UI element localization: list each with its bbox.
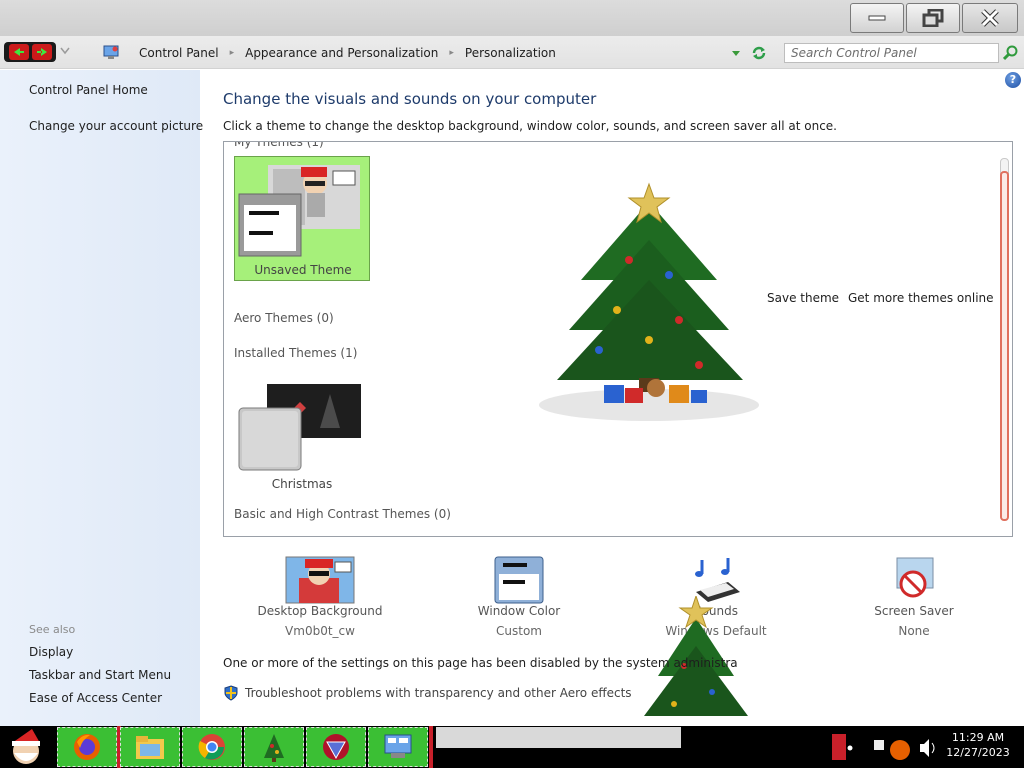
diamond-app-icon — [323, 734, 349, 760]
aero-themes-group-title: Aero Themes (0) — [234, 311, 334, 325]
page-subtitle: Click a theme to change the desktop back… — [223, 119, 837, 133]
unsaved-theme-preview — [238, 165, 360, 257]
taskbar-app-diamond[interactable] — [306, 727, 366, 767]
installed-themes-group-title: Installed Themes (1) — [234, 346, 358, 360]
back-button[interactable] — [8, 44, 29, 60]
theme-list: My Themes (1) Unsaved Theme Save theme G… — [223, 141, 1013, 537]
taskbar-separator — [429, 726, 433, 768]
search-icon[interactable] — [1003, 45, 1019, 61]
screen-saver-setting[interactable]: Screen Saver None — [844, 556, 984, 638]
recent-pages-dropdown-icon[interactable] — [60, 47, 70, 55]
window-color-title: Window Color — [477, 604, 561, 618]
firefox-tray-icon[interactable] — [890, 740, 910, 760]
santa-start-icon — [12, 729, 40, 764]
page-title: Change the visuals and sounds on your co… — [223, 90, 597, 108]
see-also-label: See also — [29, 623, 76, 636]
restore-button[interactable] — [906, 3, 960, 33]
volume-wave — [931, 742, 935, 754]
desktop-background-icon — [285, 556, 355, 604]
disabled-settings-message: One or more of the settings on this page… — [223, 656, 738, 670]
scrollbar-thumb[interactable] — [1000, 171, 1009, 521]
window-color-value: Custom — [496, 624, 542, 638]
taskbar-empty-slot[interactable] — [436, 727, 681, 748]
volume-icon[interactable] — [920, 739, 929, 757]
control-panel-home-link[interactable]: Control Panel Home — [29, 83, 148, 97]
close-button[interactable] — [962, 3, 1018, 33]
troubleshoot-label: Troubleshoot problems with transparency … — [245, 686, 632, 700]
tray-dot-icon[interactable] — [847, 745, 853, 751]
taskbar-chrome[interactable] — [182, 727, 242, 767]
nav-buttons — [4, 42, 56, 62]
tray-red-block[interactable] — [832, 734, 846, 760]
save-theme-link[interactable]: Save theme — [767, 291, 839, 305]
folder-icon — [136, 736, 164, 759]
screen-saver-value: None — [898, 624, 930, 638]
clock-time: 11:29 AM — [951, 731, 1005, 744]
breadcrumb-control-panel[interactable]: Control Panel — [130, 46, 228, 60]
taskbar: 11:29 AM 12/27/2023 — [0, 726, 1024, 768]
troubleshoot-link[interactable]: Troubleshoot problems with transparency … — [223, 685, 632, 701]
christmas-theme-preview — [238, 384, 361, 471]
window-controls — [850, 3, 1018, 33]
taskbar-explorer[interactable] — [120, 727, 180, 767]
desktop-background-setting[interactable]: Desktop Background Vm0b0t_cw — [250, 556, 390, 638]
breadcrumb-appearance[interactable]: Appearance and Personalization — [236, 46, 447, 60]
control-panel-icon — [103, 45, 119, 59]
my-themes-group-title: My Themes (1) — [234, 141, 324, 149]
minimize-button[interactable] — [850, 3, 904, 33]
search-input[interactable]: Search Control Panel — [784, 43, 999, 63]
breadcrumb: Control Panel ▸ Appearance and Personali… — [130, 36, 565, 69]
christmas-tree-image — [539, 182, 759, 421]
minimize-icon — [868, 15, 886, 21]
taskbar-christmas-tree[interactable] — [244, 727, 304, 767]
theme-list-scrollbar[interactable] — [1000, 158, 1009, 521]
change-account-picture-link[interactable]: Change your account picture — [29, 119, 203, 133]
basic-themes-group-title: Basic and High Contrast Themes (0) — [234, 507, 451, 521]
window-color-setting[interactable]: Window Color Custom — [449, 556, 589, 638]
system-tray — [832, 726, 942, 768]
taskbar-start-menu-link[interactable]: Taskbar and Start Menu — [29, 668, 171, 682]
christmas-tree-icon — [264, 734, 284, 762]
help-icon[interactable]: ? — [1005, 72, 1021, 88]
forward-button[interactable] — [31, 44, 52, 60]
theme-christmas[interactable]: Christmas — [234, 378, 370, 503]
restore-icon — [922, 9, 944, 27]
taskbar-control-panel[interactable] — [368, 727, 428, 767]
theme-christmas-label: Christmas — [271, 477, 333, 491]
control-panel-taskbar-icon — [384, 734, 412, 758]
get-more-themes-link[interactable]: Get more themes online — [848, 291, 994, 305]
action-center-icon[interactable] — [874, 740, 884, 750]
breadcrumb-separator[interactable]: ▸ — [447, 48, 456, 58]
left-navigation-pane: Control Panel Home Change your account p… — [0, 70, 203, 726]
taskbar-firefox[interactable] — [57, 727, 117, 767]
ease-of-access-link[interactable]: Ease of Access Center — [29, 691, 162, 705]
theme-unsaved-label: Unsaved Theme — [254, 263, 352, 277]
taskbar-clock[interactable]: 11:29 AM 12/27/2023 — [944, 730, 1012, 760]
firefox-icon — [74, 734, 100, 760]
display-link[interactable]: Display — [29, 645, 73, 659]
address-bar: Control Panel ▸ Appearance and Personali… — [0, 36, 1024, 69]
window-color-icon — [494, 556, 544, 604]
tray-icons — [832, 734, 935, 760]
back-arrow-icon — [13, 48, 24, 56]
start-button[interactable] — [2, 727, 52, 767]
title-bar — [0, 0, 1024, 36]
theme-unsaved[interactable]: Unsaved Theme — [234, 156, 370, 281]
chrome-icon — [198, 734, 225, 760]
clock-date: 12/27/2023 — [946, 746, 1010, 759]
desktop-background-title: Desktop Background — [257, 604, 383, 618]
screen-saver-title: Screen Saver — [874, 604, 954, 618]
desktop-background-value: Vm0b0t_cw — [285, 624, 355, 638]
close-icon — [981, 9, 999, 27]
breadcrumb-separator[interactable]: ▸ — [228, 48, 237, 58]
shield-icon — [224, 685, 238, 701]
address-dropdown-icon[interactable] — [731, 50, 741, 57]
breadcrumb-personalization[interactable]: Personalization — [456, 46, 565, 60]
forward-arrow-icon — [36, 48, 47, 56]
refresh-icon[interactable] — [750, 45, 768, 61]
screen-saver-icon — [896, 557, 934, 598]
